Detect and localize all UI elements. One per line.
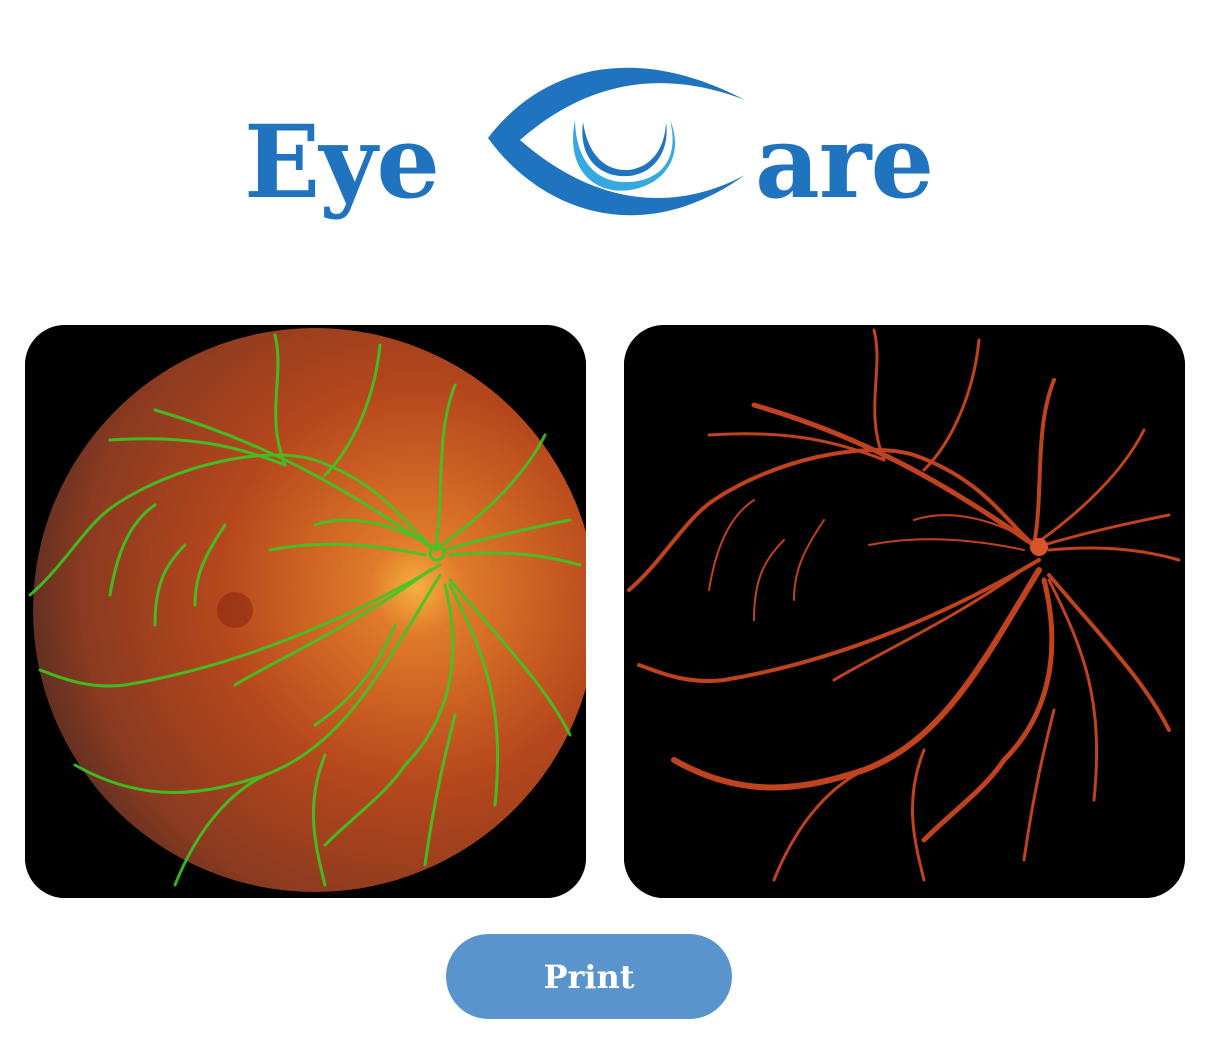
fundus-photo-image — [25, 325, 586, 898]
vessel-segmentation-panel — [624, 325, 1185, 898]
logo-word-right: are — [755, 103, 934, 221]
logo: Eye are — [230, 50, 970, 240]
print-button[interactable]: Print — [446, 934, 732, 1019]
vessel-segmentation-image — [624, 325, 1185, 898]
logo-word-left: Eye — [244, 103, 440, 221]
eye-logo-icon — [488, 67, 745, 216]
fundus-image-panel — [25, 325, 586, 898]
